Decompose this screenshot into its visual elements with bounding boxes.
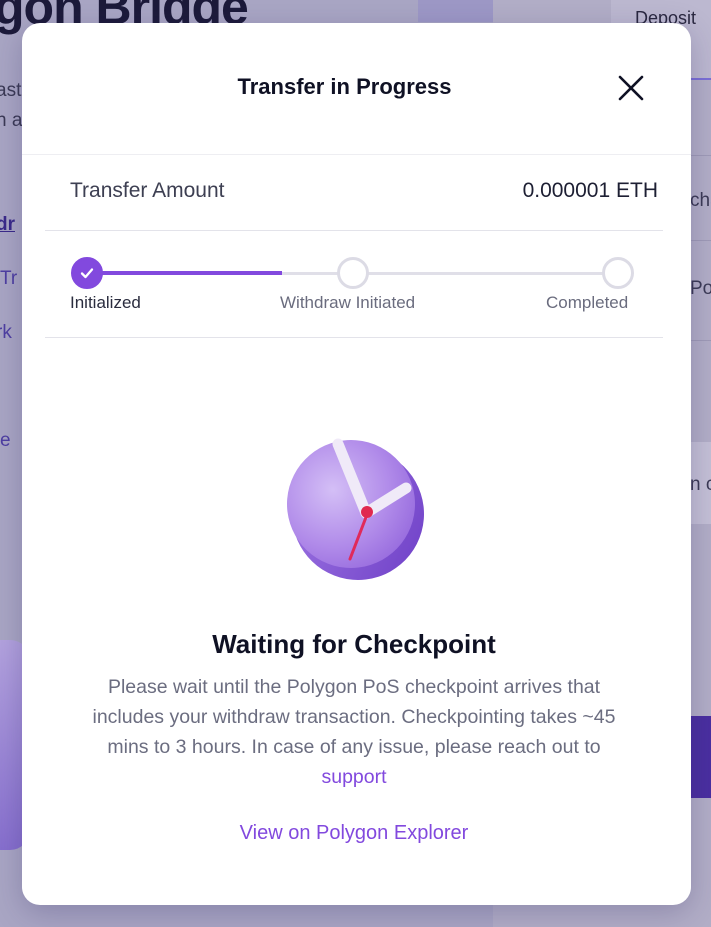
- status-description-text: Please wait until the Polygon PoS checkp…: [92, 676, 616, 758]
- status-title: Waiting for Checkpoint: [212, 629, 496, 659]
- background-text: Tr: [0, 268, 18, 289]
- modal-header: Transfer in Progress: [22, 23, 691, 155]
- step-initialized-indicator: [71, 257, 103, 289]
- background-text: e: [0, 430, 11, 451]
- background-text: Po: [690, 278, 711, 299]
- background-strip: [418, 0, 493, 22]
- step-initialized-label: Initialized: [70, 293, 141, 312]
- background-text: rk: [0, 322, 12, 343]
- progress-track-fill: [87, 271, 282, 275]
- close-button[interactable]: [612, 69, 650, 107]
- step-completed-indicator: [602, 257, 634, 289]
- background-text: cha: [690, 190, 711, 211]
- step-withdraw-initiated-indicator: [337, 257, 369, 289]
- transfer-amount-value: 0.000001 ETH: [522, 179, 658, 202]
- check-icon: [80, 268, 94, 279]
- modal-title: Transfer in Progress: [237, 74, 452, 99]
- step-completed-label: Completed: [546, 293, 629, 312]
- step-withdraw-initiated-label: Withdraw Initiated: [280, 293, 416, 312]
- transfer-amount-row: Transfer Amount 0.000001 ETH: [45, 154, 663, 231]
- transfer-progress-modal: Transfer in Progress Transfer Amount 0.0…: [22, 23, 691, 905]
- transfer-amount-label: Transfer Amount: [70, 179, 225, 202]
- view-on-explorer-link[interactable]: View on Polygon Explorer: [22, 822, 686, 845]
- background-text: n c: [690, 474, 711, 495]
- clock-icon: [287, 438, 424, 580]
- background-text: n a: [0, 110, 23, 131]
- status-description: Please wait until the Polygon PoS checkp…: [78, 672, 630, 792]
- close-icon: [618, 75, 644, 101]
- background-text: ast: [0, 80, 22, 101]
- background-divider: [690, 155, 711, 156]
- progress-stepper: Initialized Withdraw Initiated Completed: [45, 230, 663, 338]
- background-divider: [690, 340, 711, 341]
- support-link[interactable]: support: [321, 766, 386, 788]
- background-link: dr: [0, 214, 15, 235]
- background-button: [690, 716, 711, 798]
- background-divider: [690, 240, 711, 241]
